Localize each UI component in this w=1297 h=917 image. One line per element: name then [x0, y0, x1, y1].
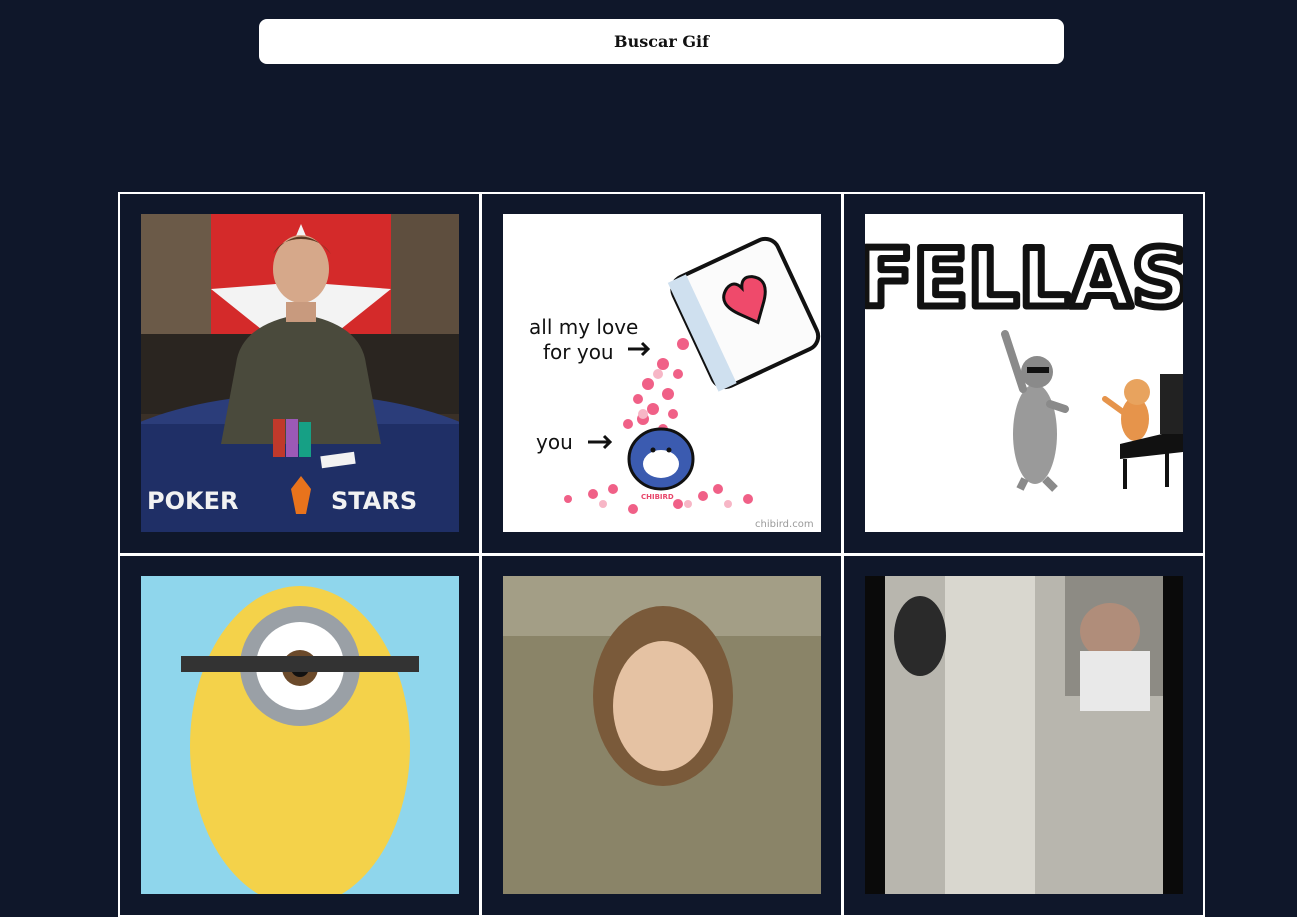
love-text-line1: all my love [529, 315, 638, 339]
gif-card[interactable]: all my love for you you CHIBIRD chibird.… [480, 192, 843, 555]
gif-card[interactable] [118, 554, 481, 917]
street-people-gif[interactable] [864, 576, 1183, 894]
love-text-line2: for you [543, 340, 614, 364]
gif-card[interactable] [842, 554, 1205, 917]
search-bar [259, 19, 1064, 64]
search-input[interactable] [259, 19, 1064, 64]
poker-player-gif[interactable]: POKER STARS [140, 214, 459, 532]
gif-grid: POKER STARS all my love for you you CHIB… [118, 192, 1205, 917]
poker-logo-right: STARS [331, 487, 417, 515]
fellas-title: FELLAS [865, 232, 1183, 325]
chibird-credit: chibird.com [755, 519, 814, 530]
minion-gif[interactable] [140, 576, 459, 894]
fellas-cats-gif[interactable]: FELLAS [864, 214, 1183, 532]
woman-gif[interactable] [502, 576, 821, 894]
poker-logo-left: POKER [147, 487, 238, 515]
gif-card[interactable]: FELLAS [842, 192, 1205, 555]
gif-card[interactable] [480, 554, 843, 917]
gif-card[interactable]: POKER STARS [118, 192, 481, 555]
love-bucket-gif[interactable]: all my love for you you CHIBIRD chibird.… [502, 214, 821, 532]
chibird-badge: CHIBIRD [641, 493, 674, 501]
love-text-you: you [536, 430, 573, 454]
